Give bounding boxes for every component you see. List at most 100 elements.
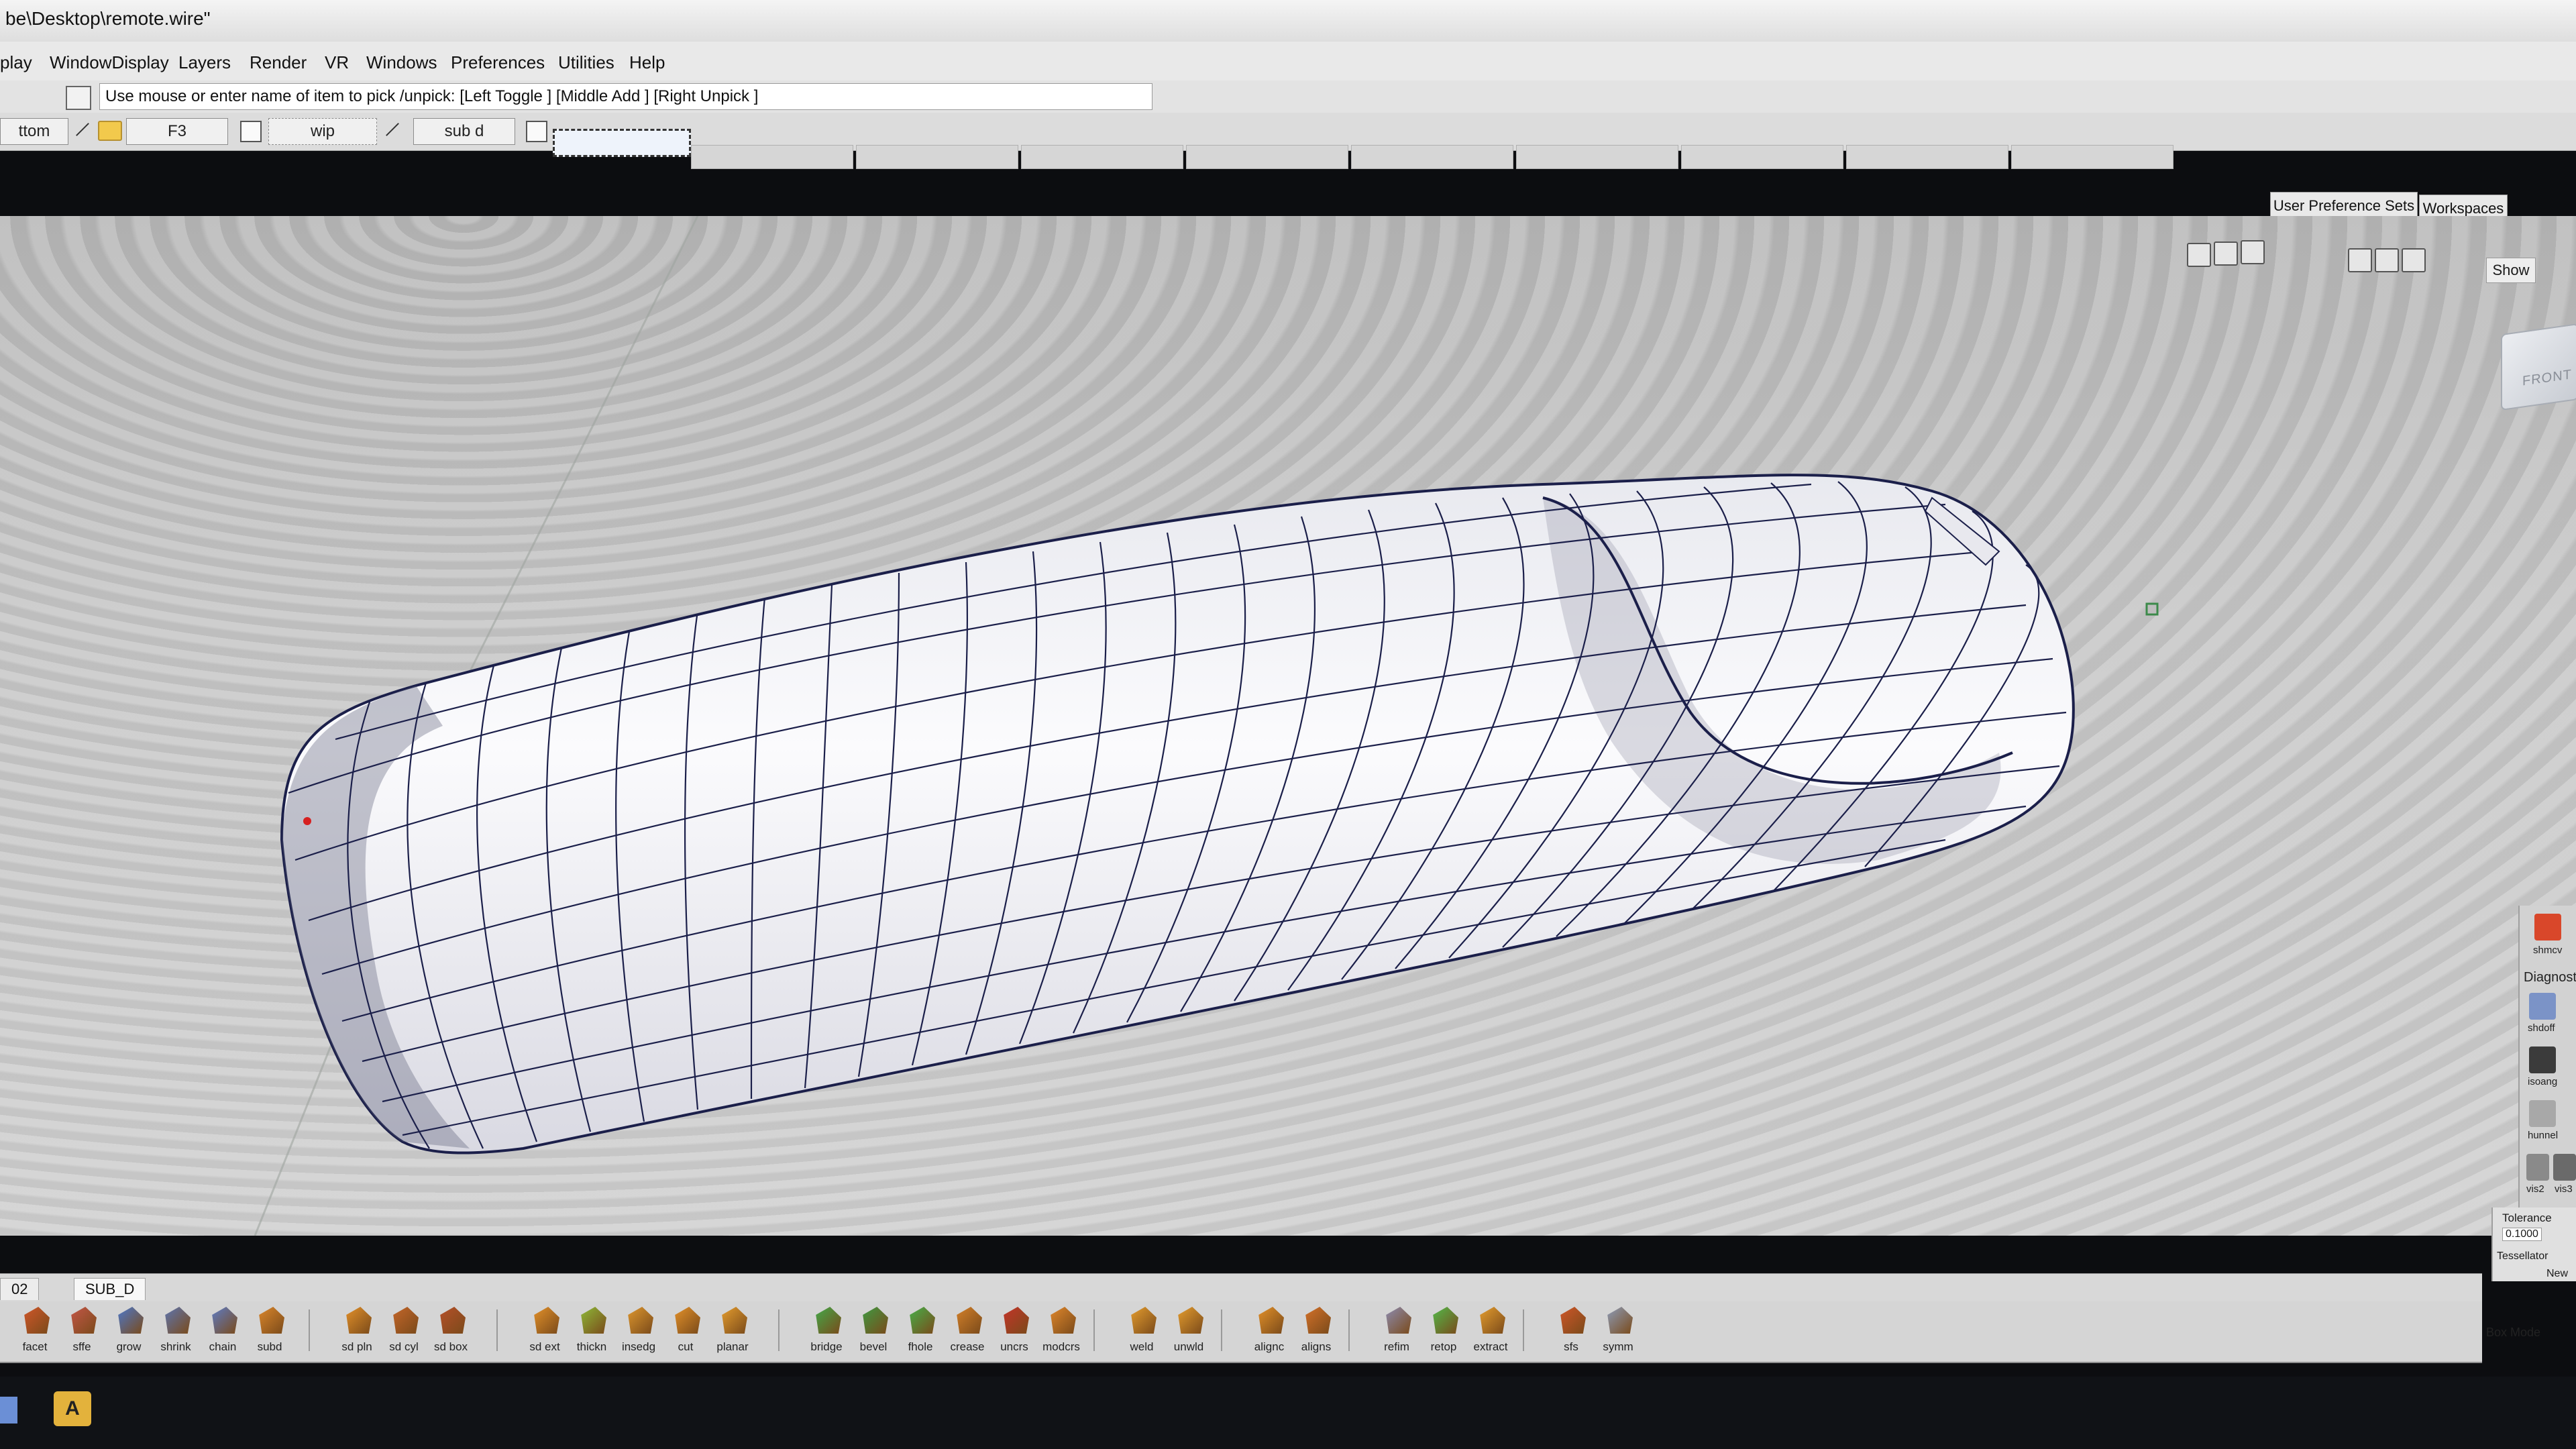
- shdoff-icon[interactable]: [2529, 993, 2556, 1020]
- camera-dolly-icon[interactable]: [2187, 243, 2211, 267]
- isoang-icon[interactable]: [2529, 1046, 2556, 1073]
- alignc-icon: [1258, 1307, 1284, 1334]
- bridge-icon: [816, 1307, 841, 1334]
- shelf-tool-insedg[interactable]: insedg: [617, 1301, 660, 1362]
- pick-prompt-field[interactable]: Use mouse or enter name of item to pick …: [99, 83, 1152, 110]
- shelf-tool-sfs[interactable]: sfs: [1550, 1301, 1593, 1362]
- wip-field[interactable]: wip: [268, 118, 377, 145]
- prompt-history-icon[interactable]: [66, 86, 91, 110]
- shelf-tool-label: insedg: [621, 1340, 656, 1353]
- layer-slot[interactable]: [1021, 145, 1183, 169]
- active-layer-field[interactable]: [553, 129, 691, 157]
- shelf-tool-sd-ext[interactable]: sd ext: [523, 1301, 566, 1362]
- shelf-tool-bridge[interactable]: bridge: [805, 1301, 848, 1362]
- view-cube[interactable]: FRONT: [2501, 323, 2576, 411]
- layer-slot[interactable]: [1351, 145, 1513, 169]
- subd-checkbox[interactable]: [526, 121, 547, 142]
- menu-item-layers[interactable]: Layers: [178, 52, 231, 73]
- menu-item-windowdisplay[interactable]: WindowDisplay: [50, 52, 169, 73]
- shelf-tool-sffe[interactable]: sffe: [60, 1301, 103, 1362]
- shelf-tool-uncrs[interactable]: uncrs: [993, 1301, 1036, 1362]
- vis3-icon[interactable]: [2553, 1154, 2576, 1181]
- f3-field[interactable]: F3: [126, 118, 228, 145]
- tab-sub-d[interactable]: SUB_D: [74, 1278, 146, 1300]
- bottom-field[interactable]: ttom: [0, 118, 68, 145]
- tab-02[interactable]: 02: [0, 1278, 40, 1300]
- shelf-tool-refim[interactable]: refim: [1375, 1301, 1418, 1362]
- tolerance-input[interactable]: 0.1000: [2502, 1228, 2542, 1241]
- layer-slot[interactable]: [856, 145, 1018, 169]
- camera-zoom-icon[interactable]: [2241, 240, 2265, 264]
- menu-item-preferences[interactable]: Preferences: [451, 52, 545, 73]
- view-fit-icon[interactable]: [2402, 248, 2426, 272]
- selected-cv-marker[interactable]: [303, 817, 311, 825]
- menu-item-vr[interactable]: VR: [325, 52, 349, 73]
- shrink-icon: [165, 1307, 191, 1334]
- f3-checkbox[interactable]: [240, 121, 262, 142]
- menu-item-utilities[interactable]: Utilities: [558, 52, 614, 73]
- folder-icon[interactable]: [98, 121, 122, 141]
- layer-slot[interactable]: [1516, 145, 1678, 169]
- shelf-tool-crease[interactable]: crease: [946, 1301, 989, 1362]
- shelf-separator: [1523, 1309, 1524, 1351]
- shelf-tool-subd[interactable]: subd: [248, 1301, 291, 1362]
- menu-item-render[interactable]: Render: [250, 52, 307, 73]
- wip-slash-icon[interactable]: [380, 118, 402, 142]
- vis2-icon[interactable]: [2526, 1154, 2549, 1181]
- shelf-tool-label: bevel: [859, 1340, 888, 1353]
- shelf-tool-sd-pln[interactable]: sd pln: [335, 1301, 378, 1362]
- shelf-tool-label: shrink: [160, 1340, 191, 1353]
- shelf-tool-label: sd ext: [529, 1340, 560, 1353]
- view-center-icon[interactable]: [2375, 248, 2399, 272]
- shelf-tool-thickn[interactable]: thickn: [570, 1301, 613, 1362]
- menu-item-play[interactable]: play: [0, 52, 32, 73]
- shelf-tool-aligns[interactable]: aligns: [1295, 1301, 1338, 1362]
- shelf-tool-label: aligns: [1301, 1340, 1332, 1353]
- extract-icon: [1480, 1307, 1505, 1334]
- shelf-tool-retop[interactable]: retop: [1422, 1301, 1465, 1362]
- shelf-tool-sd-cyl[interactable]: sd cyl: [382, 1301, 425, 1362]
- shelf-tool-modcrs[interactable]: modcrs: [1040, 1301, 1083, 1362]
- shelf-tool-label: refim: [1384, 1340, 1409, 1353]
- shelf-tool-unwld[interactable]: unwld: [1167, 1301, 1210, 1362]
- alias-app-icon[interactable]: A: [54, 1391, 91, 1426]
- layer-slot[interactable]: [1846, 145, 2008, 169]
- taskbar-file-icon[interactable]: [0, 1397, 17, 1424]
- menu-item-windows[interactable]: Windows: [366, 52, 437, 73]
- pivot-marker-icon[interactable]: [2145, 602, 2159, 616]
- shelf-tool-label: symm: [1603, 1340, 1633, 1353]
- shmcv-icon[interactable]: [2534, 914, 2561, 941]
- tessellator-label: Tessellator: [2497, 1250, 2548, 1262]
- shelf-separator: [1221, 1309, 1222, 1351]
- shelf-tool-extract[interactable]: extract: [1469, 1301, 1512, 1362]
- shelf-tool-bevel[interactable]: bevel: [852, 1301, 895, 1362]
- diagnostics-title: Diagnost: [2524, 970, 2576, 985]
- menu-item-help[interactable]: Help: [629, 52, 665, 73]
- shelf-tool-label: retop: [1430, 1340, 1457, 1353]
- new-label[interactable]: New: [2546, 1268, 2568, 1280]
- shelf-tool-shrink[interactable]: shrink: [154, 1301, 197, 1362]
- os-taskbar: [0, 1377, 2576, 1449]
- view-frame-icon[interactable]: [2348, 248, 2372, 272]
- shelf-tool-sd-box[interactable]: sd box: [429, 1301, 472, 1362]
- shelf-tool-cut[interactable]: cut: [664, 1301, 707, 1362]
- hunnel-icon[interactable]: [2529, 1100, 2556, 1127]
- layer-slot[interactable]: [691, 145, 853, 169]
- modeling-viewport[interactable]: [0, 216, 2576, 1236]
- shelf-tool-grow[interactable]: grow: [107, 1301, 150, 1362]
- show-button[interactable]: Show: [2486, 258, 2536, 283]
- shelf-tool-chain[interactable]: chain: [201, 1301, 244, 1362]
- shelf-tool-facet[interactable]: facet: [13, 1301, 56, 1362]
- box-mode-label[interactable]: Box Mode: [2486, 1326, 2540, 1340]
- subd-field[interactable]: sub d: [413, 118, 515, 145]
- shelf-tool-weld[interactable]: weld: [1120, 1301, 1163, 1362]
- layer-slot[interactable]: [1186, 145, 1348, 169]
- shelf-tool-symm[interactable]: symm: [1597, 1301, 1640, 1362]
- camera-track-icon[interactable]: [2214, 241, 2238, 266]
- toggle-slash-icon[interactable]: [70, 118, 93, 142]
- layer-slot[interactable]: [2011, 145, 2174, 169]
- layer-slot[interactable]: [1681, 145, 1843, 169]
- shelf-tool-planar[interactable]: planar: [711, 1301, 754, 1362]
- shelf-tool-alignc[interactable]: alignc: [1248, 1301, 1291, 1362]
- shelf-tool-fhole[interactable]: fhole: [899, 1301, 942, 1362]
